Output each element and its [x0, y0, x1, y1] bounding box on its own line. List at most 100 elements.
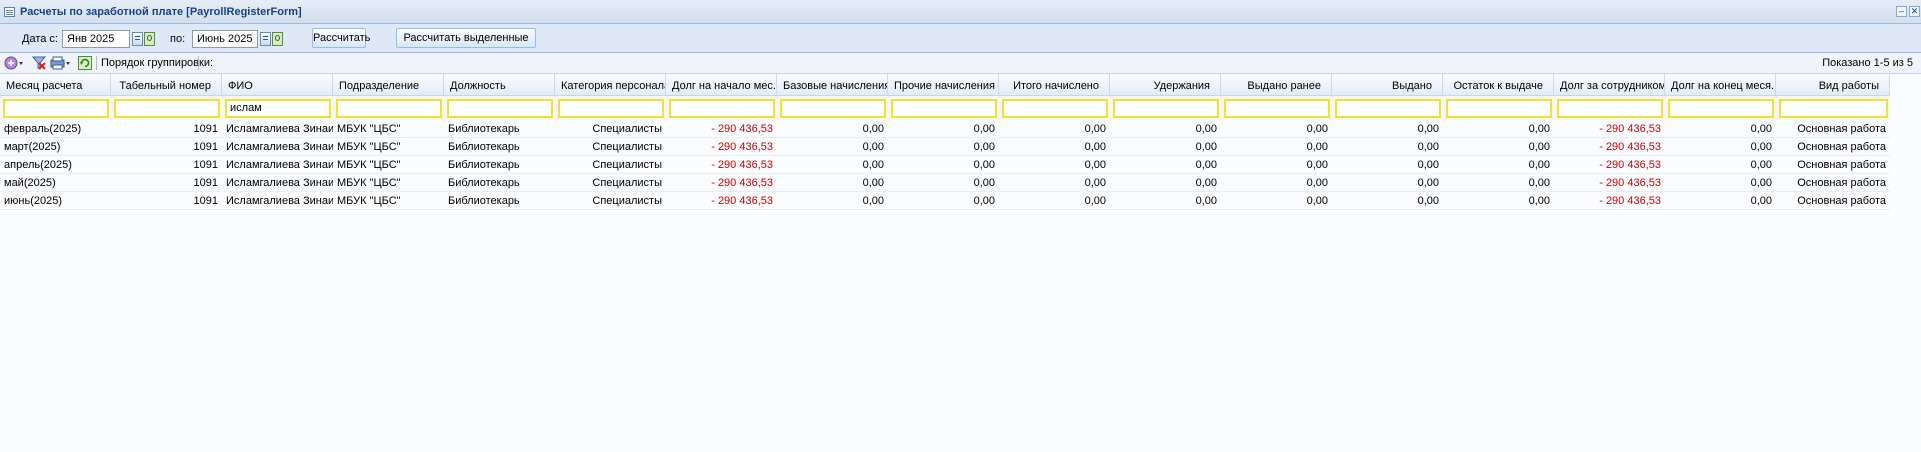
- cell-employee-debt: - 290 436,53: [1599, 195, 1661, 207]
- cell-debt-start: - 290 436,53: [711, 159, 773, 171]
- minimize-icon[interactable]: –: [1896, 6, 1907, 17]
- cell-tab-number: 1091: [193, 195, 218, 207]
- table-row[interactable]: май(2025) 1091 Исламгалиева Зинаид... МБУК …: [0, 174, 1890, 192]
- cell-balance-due: 0,00: [1528, 141, 1550, 153]
- cell-base-accruals: 0,00: [862, 123, 884, 135]
- cell-total-accrued: 0,00: [1084, 123, 1106, 135]
- window-titlebar: Расчеты по заработной плате [PayrollRegi…: [0, 0, 1921, 24]
- cell-department: МБУК "ЦБС": [337, 123, 401, 135]
- column-header-deductions[interactable]: Удержания: [1110, 74, 1221, 96]
- column-header-category[interactable]: Категория персонала: [555, 74, 666, 96]
- cell-fio: Исламгалиева Зинаид...: [226, 123, 333, 135]
- column-header-department[interactable]: Подразделение: [333, 74, 444, 96]
- clear-filter-icon[interactable]: [31, 56, 47, 70]
- filter-input-other-accruals[interactable]: [891, 99, 997, 118]
- column-header-total-accrued[interactable]: Итого начислено: [999, 74, 1110, 96]
- cell-category: Специалисты: [592, 195, 662, 207]
- calculate-selected-button[interactable]: Рассчитать выделенные записи: [396, 28, 536, 62]
- column-header-work-type[interactable]: Вид работы: [1776, 74, 1890, 96]
- column-header-debt-start[interactable]: Долг на начало мес...: [666, 74, 777, 96]
- column-header-employee-debt[interactable]: Долг за сотрудником: [1554, 74, 1665, 96]
- cell-tab-number: 1091: [193, 177, 218, 189]
- filter-input-debt-end[interactable]: [1668, 99, 1774, 118]
- cell-deductions: 0,00: [1195, 195, 1217, 207]
- cell-paid: 0,00: [1417, 177, 1439, 189]
- filter-input-tab-number[interactable]: [114, 99, 220, 118]
- filter-input-work-type[interactable]: [1779, 99, 1888, 118]
- column-header-fio[interactable]: ФИО: [222, 74, 333, 96]
- filter-input-category[interactable]: [558, 99, 664, 118]
- cell-department: МБУК "ЦБС": [337, 195, 401, 207]
- filter-input-paid[interactable]: [1335, 99, 1441, 118]
- calculate-button[interactable]: Рассчитать: [312, 28, 370, 48]
- print-menu-icon[interactable]: [50, 56, 70, 70]
- calendar-to-icon[interactable]: [260, 32, 271, 46]
- column-header-tab-number[interactable]: Табельный номер: [111, 74, 222, 96]
- cell-deductions: 0,00: [1195, 141, 1217, 153]
- cell-paid-earlier: 0,00: [1306, 123, 1328, 135]
- filter-input-debt-start[interactable]: [669, 99, 775, 118]
- filter-input-department[interactable]: [336, 99, 442, 118]
- table-row[interactable]: февраль(2025) 1091 Исламгалиева Зинаид... М…: [0, 120, 1890, 138]
- date-from-calc-icon[interactable]: [144, 32, 155, 46]
- cell-paid: 0,00: [1417, 195, 1439, 207]
- column-header-paid-earlier[interactable]: Выдано ранее: [1221, 74, 1332, 96]
- column-header-position[interactable]: Должность: [444, 74, 555, 96]
- cell-deductions: 0,00: [1195, 123, 1217, 135]
- grid-toolbar: Порядок группировки: Показано 1-5 из 5: [0, 53, 1921, 74]
- cell-total-accrued: 0,00: [1084, 141, 1106, 153]
- cell-debt-end: 0,00: [1750, 141, 1772, 153]
- calendar-from-icon[interactable]: [132, 32, 143, 46]
- cell-work-type: Основная работа: [1797, 159, 1886, 171]
- toolbar-separator: [198, 56, 199, 70]
- cell-tab-number: 1091: [193, 123, 218, 135]
- filter-input-total-accrued[interactable]: [1002, 99, 1108, 118]
- cell-other-accruals: 0,00: [973, 159, 995, 171]
- filter-input-balance-due[interactable]: [1446, 99, 1552, 118]
- cell-paid: 0,00: [1417, 141, 1439, 153]
- cell-base-accruals: 0,00: [862, 159, 884, 171]
- cell-deductions: 0,00: [1195, 159, 1217, 171]
- date-to-calc-icon[interactable]: [272, 32, 283, 46]
- params-bar: Дата с: Янв 2025 по: Июнь 2025 Рассчитат…: [0, 24, 1921, 62]
- date-to-field[interactable]: Июнь 2025: [192, 30, 258, 48]
- cell-paid-earlier: 0,00: [1306, 159, 1328, 171]
- column-header-balance-due[interactable]: Остаток к выдаче: [1443, 74, 1554, 96]
- cell-debt-start: - 290 436,53: [711, 123, 773, 135]
- cell-deductions: 0,00: [1195, 177, 1217, 189]
- date-from-field[interactable]: Янв 2025: [62, 30, 130, 48]
- close-icon[interactable]: ✕: [1909, 6, 1920, 17]
- filter-input-deductions[interactable]: [1113, 99, 1219, 118]
- table-row[interactable]: март(2025) 1091 Исламгалиева Зинаид... МБУК…: [0, 138, 1890, 156]
- refresh-icon[interactable]: [78, 56, 92, 70]
- cell-category: Специалисты: [592, 123, 662, 135]
- cell-paid: 0,00: [1417, 159, 1439, 171]
- cell-balance-due: 0,00: [1528, 159, 1550, 171]
- cell-month: апрель(2025): [4, 159, 72, 171]
- table-row[interactable]: июнь(2025) 1091 Исламгалиева Зинаид... МБУК…: [0, 192, 1890, 210]
- table-row[interactable]: апрель(2025) 1091 Исламгалиева Зинаид... МБ…: [0, 156, 1890, 174]
- column-header-paid[interactable]: Выдано: [1332, 74, 1443, 96]
- cell-position: Библиотекарь: [448, 123, 520, 135]
- cell-month: февраль(2025): [4, 123, 82, 135]
- cell-balance-due: 0,00: [1528, 123, 1550, 135]
- filter-input-base-accruals[interactable]: [780, 99, 886, 118]
- filter-input-fio[interactable]: ислам: [225, 99, 331, 118]
- filter-input-employee-debt[interactable]: [1557, 99, 1663, 118]
- cell-paid-earlier: 0,00: [1306, 177, 1328, 189]
- filter-input-paid-earlier[interactable]: [1224, 99, 1330, 118]
- cell-other-accruals: 0,00: [973, 195, 995, 207]
- cell-debt-end: 0,00: [1750, 123, 1772, 135]
- column-header-month[interactable]: Месяц расчета: [0, 74, 111, 96]
- cell-base-accruals: 0,00: [862, 141, 884, 153]
- column-header-base-accruals[interactable]: Базовые начисления: [777, 74, 888, 96]
- add-menu-icon[interactable]: [4, 56, 23, 70]
- column-header-debt-end[interactable]: Долг на конец меся...: [1665, 74, 1776, 96]
- cell-other-accruals: 0,00: [973, 141, 995, 153]
- filter-input-month[interactable]: [3, 99, 109, 118]
- cell-work-type: Основная работа: [1797, 195, 1886, 207]
- cell-employee-debt: - 290 436,53: [1599, 141, 1661, 153]
- column-header-other-accruals[interactable]: Прочие начисления: [888, 74, 999, 96]
- cell-tab-number: 1091: [193, 141, 218, 153]
- filter-input-position[interactable]: [447, 99, 553, 118]
